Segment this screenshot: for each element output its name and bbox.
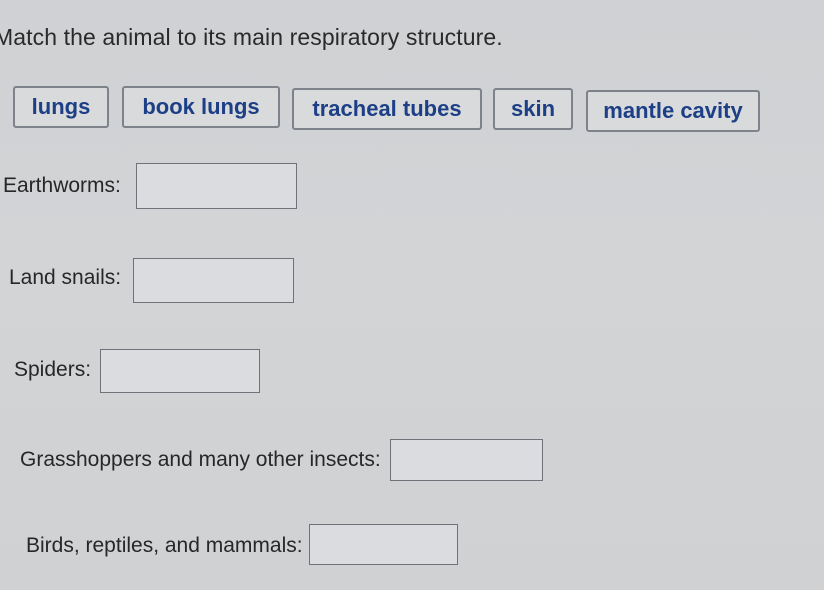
answer-chip-skin[interactable]: skin bbox=[493, 88, 573, 130]
answer-chip-mantle-cavity[interactable]: mantle cavity bbox=[586, 90, 760, 132]
question-label-birds-reptiles-mammals: Birds, reptiles, and mammals: bbox=[26, 534, 303, 557]
instruction-text: Match the animal to its main respiratory… bbox=[0, 24, 503, 50]
question-label-earthworms: Earthworms: bbox=[3, 174, 121, 197]
answer-chip-lungs[interactable]: lungs bbox=[13, 86, 109, 128]
answer-chip-tracheal-tubes[interactable]: tracheal tubes bbox=[292, 88, 482, 130]
question-label-spiders: Spiders: bbox=[14, 358, 92, 381]
question-label-grasshoppers: Grasshoppers and many other insects: bbox=[20, 448, 381, 471]
drop-zone-grasshoppers[interactable] bbox=[390, 439, 543, 481]
drop-zone-land-snails[interactable] bbox=[133, 258, 294, 303]
drop-zone-spiders[interactable] bbox=[100, 349, 260, 393]
question-label-land-snails: Land snails: bbox=[9, 266, 122, 289]
answer-chip-book-lungs[interactable]: book lungs bbox=[122, 86, 280, 128]
drop-zone-birds-reptiles-mammals[interactable] bbox=[309, 524, 458, 565]
drop-zone-earthworms[interactable] bbox=[136, 163, 297, 209]
